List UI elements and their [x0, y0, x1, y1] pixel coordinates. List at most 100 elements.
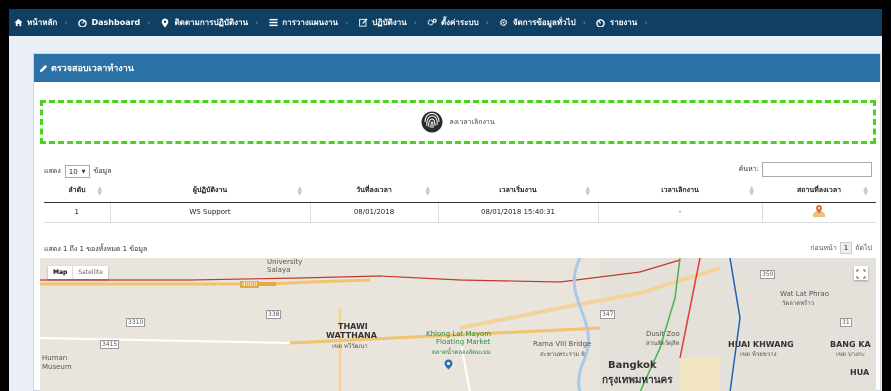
chevron-right-icon: › [344, 18, 349, 27]
panel-header: ตรวจสอบเวลาทำงาน [34, 54, 880, 82]
nav-item-planning[interactable]: การวางแผนงาน › [268, 16, 358, 29]
app-frame: หน้าหลัก › Dashboard › ติดตามการปฏิบัติง… [9, 9, 882, 391]
map-label-dusit: Dusit Zoo [646, 330, 680, 338]
nav-label: รายงาน [609, 18, 638, 27]
page-size-select[interactable]: 10 ▼ [64, 165, 90, 178]
col-header-end[interactable]: เวลาเลิกงาน ▲ ▼ [598, 180, 762, 203]
fingerprint-icon [421, 110, 443, 134]
edit-icon [358, 18, 368, 28]
nav-item-tracking[interactable]: ติดตามการปฏิบัติงาน › [160, 16, 268, 29]
map-label-rama8-th: สะพานพระราม 8 [540, 351, 585, 358]
nav-label: การวางแผนงาน [282, 18, 338, 27]
map-label-road-3310: 3310 [126, 318, 146, 327]
cell-location [762, 202, 876, 223]
nav-item-home[interactable]: หน้าหลัก › [13, 16, 77, 29]
sort-icon: ▲ ▼ [297, 185, 302, 197]
table-info: แสดง 1 ถึง 1 ของทั้งหมด 1 ข้อมูล [44, 245, 148, 253]
location-map[interactable]: Map Satellite University Salaya 4000 338… [40, 258, 876, 391]
clock-out-label: ลงเวลาเลิกงาน [449, 117, 495, 126]
panel-title: ตรวจสอบเวลาทำงาน [51, 64, 134, 74]
cell-date: 08/01/2018 [310, 202, 439, 223]
clock-out-button[interactable]: ลงเวลาเลิกงาน [40, 100, 876, 144]
search-label: ค้นหา: [738, 165, 759, 173]
nav-label: ปฏิบัติงาน [372, 18, 407, 27]
map-label-rama8: Rama VIII Bridge [533, 340, 592, 348]
col-header-location[interactable]: สถานที่ลงเวลา ▲ ▼ [762, 180, 876, 203]
map-label-salaya: Salaya [267, 266, 291, 274]
search-control: ค้นหา: [739, 162, 872, 177]
map-label-bangka: BANG KA [830, 340, 871, 349]
map-label-road-4000: 4000 [240, 281, 260, 288]
search-input[interactable] [762, 162, 872, 177]
show-suffix: ข้อมูล [93, 167, 112, 175]
page-button-current[interactable]: 1 [839, 242, 853, 254]
sort-icon: ▲ ▼ [425, 185, 430, 197]
pencil-icon [39, 64, 48, 73]
home-icon [13, 18, 23, 28]
sort-icon: ▲ ▼ [749, 185, 754, 197]
cell-no: 1 [44, 202, 111, 223]
attendance-table: ลำดับ ▲ ▼ ผู้ปฏิบัติงาน ▲ ▼ วันที่ลงเวลา ▲ ▼ เ… [44, 180, 876, 223]
col-header-no[interactable]: ลำดับ ▲ ▼ [44, 180, 110, 203]
next-page-button[interactable]: ถัดไป [855, 243, 872, 254]
map-label-dusit-th: สวนสัตว์ดุสิต [646, 340, 680, 347]
chevron-right-icon: › [64, 18, 68, 27]
map-label-university: University [267, 258, 303, 266]
map-pin-icon[interactable] [812, 204, 826, 218]
caret-down-icon: ▼ [81, 168, 86, 175]
map-label-bangkok: Bangkok [608, 360, 657, 371]
sort-icon: ▲ ▼ [863, 185, 868, 197]
nav-label: Dashboard [91, 18, 141, 27]
map-type-satellite[interactable]: Satellite [72, 266, 108, 279]
chevron-right-icon: › [582, 18, 586, 27]
dashboard-icon [77, 18, 87, 28]
map-label-thawi: THAWI [338, 322, 368, 331]
chevron-right-icon: › [413, 18, 417, 27]
map-label-bangka-th: เขต บางกะ [836, 351, 865, 358]
nav-label: ติดตามการปฏิบัติงาน [174, 18, 249, 27]
pagination: ก่อนหน้า 1 ถัดไป [810, 242, 872, 254]
map-roads [40, 258, 876, 391]
chevron-right-icon: › [485, 18, 489, 27]
location-icon [160, 18, 170, 28]
page-size-value: 10 [68, 167, 78, 176]
chevron-right-icon: › [255, 18, 259, 27]
map-label-road-31: 31 [840, 318, 852, 327]
nav-item-dashboard[interactable]: Dashboard › [77, 18, 160, 28]
nav-item-report[interactable]: รายงาน › [596, 16, 658, 29]
map-label-road-338: 338 [266, 310, 282, 319]
map-label-watlat: Wat Lat Phrao [780, 290, 829, 298]
sort-icon: ▲ ▼ [97, 185, 102, 197]
table-header-row: ลำดับ ▲ ▼ ผู้ปฏิบัติงาน ▲ ▼ วันที่ลงเวลา ▲ ▼ เ… [44, 180, 876, 203]
page-size-control: แสดง 10 ▼ ข้อมูล [44, 165, 111, 178]
nav-item-data-management[interactable]: จัดการข้อมูลทั่วไป › [499, 16, 596, 29]
map-label-huaikhwang-th: เขต ห้วยขวาง [740, 351, 777, 358]
map-marker-icon[interactable] [444, 355, 453, 374]
map-type-map[interactable]: Map [48, 266, 72, 279]
table-row: 1 WS Support 08/01/2018 08/01/2018 15:40… [44, 202, 876, 223]
map-label-bangkok-th: กรุงเทพมหานคร [602, 375, 673, 386]
map-label-road-3415: 3415 [100, 340, 120, 349]
sort-icon: ▲ ▼ [585, 185, 590, 197]
nav-item-operate[interactable]: ปฏิบัติงาน › [358, 16, 427, 29]
col-header-date[interactable]: วันที่ลงเวลา ▲ ▼ [310, 180, 438, 203]
col-header-start[interactable]: เวลาเริ่มงาน ▲ ▼ [438, 180, 598, 203]
nav-label: หน้าหลัก [27, 18, 58, 27]
map-label-huaikhwang: HUAI KHWANG [728, 340, 794, 349]
list-icon [268, 18, 278, 28]
cell-worker: WS Support [110, 202, 311, 223]
map-label-road-350: 350 [760, 270, 776, 279]
map-label-market2: Floating Market [436, 338, 491, 346]
top-navbar: หน้าหลัก › Dashboard › ติดตามการปฏิบัติง… [9, 9, 882, 36]
fullscreen-icon[interactable] [854, 266, 868, 280]
prev-page-button[interactable]: ก่อนหน้า [810, 243, 837, 254]
map-label-watlat-th: วัดลาดพร้าว [782, 300, 815, 307]
show-prefix: แสดง [44, 167, 61, 175]
map-label-road-347: 347 [600, 310, 616, 319]
cell-start: 08/01/2018 15:40:31 [438, 202, 599, 223]
map-label-hua: HUA [850, 368, 870, 377]
nav-item-settings[interactable]: ตั้งค่าระบบ › [427, 16, 499, 29]
col-header-worker[interactable]: ผู้ปฏิบัติงาน ▲ ▼ [110, 180, 310, 203]
chevron-right-icon: › [147, 18, 151, 27]
gear-icon [499, 18, 509, 28]
